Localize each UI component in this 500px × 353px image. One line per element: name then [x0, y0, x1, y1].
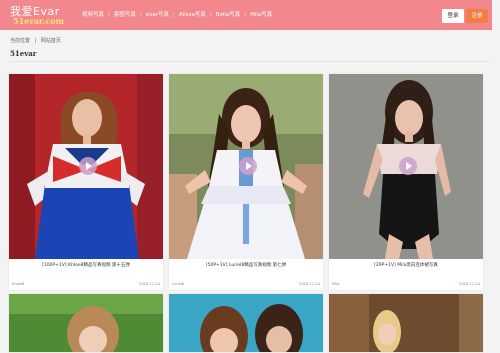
- logo-domain: 51evar.com: [13, 16, 64, 26]
- card-thumbnail[interactable]: [9, 74, 163, 259]
- gallery-card[interactable]: [168, 293, 324, 353]
- play-icon[interactable]: [79, 157, 97, 175]
- card-thumbnail[interactable]: [169, 74, 323, 259]
- play-icon[interactable]: [239, 157, 257, 175]
- card-thumbnail[interactable]: [169, 294, 323, 352]
- card-date: 2020-11-24: [299, 282, 320, 286]
- main-nav: 视频写真 | 套图写真 | evar写真 | Alissa写真 | Bella写…: [78, 11, 276, 19]
- gallery-card[interactable]: [50P+1V] Luriel8精品写真视频 第七弹 Luriel8 2020-…: [168, 73, 324, 291]
- card-thumbnail[interactable]: [9, 294, 163, 352]
- gallery-card[interactable]: [8, 293, 164, 353]
- page-scrollbar[interactable]: [492, 0, 500, 348]
- card-author[interactable]: Luriel8: [172, 282, 184, 286]
- top-navbar: 我爱Evar 51evar.com 视频写真 | 套图写真 | evar写真 |…: [0, 0, 500, 30]
- nav-item-mila[interactable]: Mila写真: [246, 11, 276, 19]
- card-date: 2020-11-24: [139, 282, 160, 286]
- card-author[interactable]: Mila: [332, 282, 339, 286]
- card-title[interactable]: [100P+1V] Khloe8精品写真视频 第十五弹: [9, 263, 163, 270]
- play-icon[interactable]: [399, 157, 417, 175]
- card-date: 2020-11-24: [459, 282, 480, 286]
- breadcrumb-label: 当前位置: [10, 38, 31, 44]
- thumbnail-image: [329, 294, 483, 352]
- breadcrumb-home-link[interactable]: 网站首页: [41, 38, 61, 44]
- thumbnail-image: [169, 294, 323, 352]
- gallery-card[interactable]: [328, 293, 484, 353]
- card-thumbnail[interactable]: [329, 74, 483, 259]
- gallery-card[interactable]: [100P+1V] Khloe8精品写真视频 第十五弹 Khloe8 2020-…: [8, 73, 164, 291]
- card-title[interactable]: [50P+1V] Luriel8精品写真视频 第七弹: [169, 263, 323, 270]
- breadcrumb-separator: |: [34, 38, 37, 44]
- nav-item-video[interactable]: 视频写真: [78, 11, 108, 19]
- nav-item-alissa[interactable]: Alissa写真: [175, 11, 210, 19]
- login-button[interactable]: 登录: [442, 9, 464, 23]
- card-thumbnail[interactable]: [329, 294, 483, 352]
- nav-item-photo-sets[interactable]: 套图写真: [110, 11, 140, 19]
- site-logo[interactable]: 我爱Evar 51evar.com: [10, 3, 64, 27]
- thumbnail-image: [9, 294, 163, 352]
- section-title: 51evar: [10, 49, 37, 58]
- nav-item-bella[interactable]: Bella写真: [212, 11, 245, 19]
- nav-item-evar[interactable]: evar写真: [142, 11, 173, 19]
- register-button[interactable]: 注册: [466, 9, 488, 23]
- section-divider: [10, 61, 490, 62]
- gallery-card[interactable]: [29P+1V] Mila黑白连体裙写真 Mila 2020-11-24: [328, 73, 484, 291]
- card-title[interactable]: [29P+1V] Mila黑白连体裙写真: [329, 263, 483, 270]
- breadcrumb: 当前位置 | 网站首页: [10, 37, 64, 44]
- card-author[interactable]: Khloe8: [12, 282, 24, 286]
